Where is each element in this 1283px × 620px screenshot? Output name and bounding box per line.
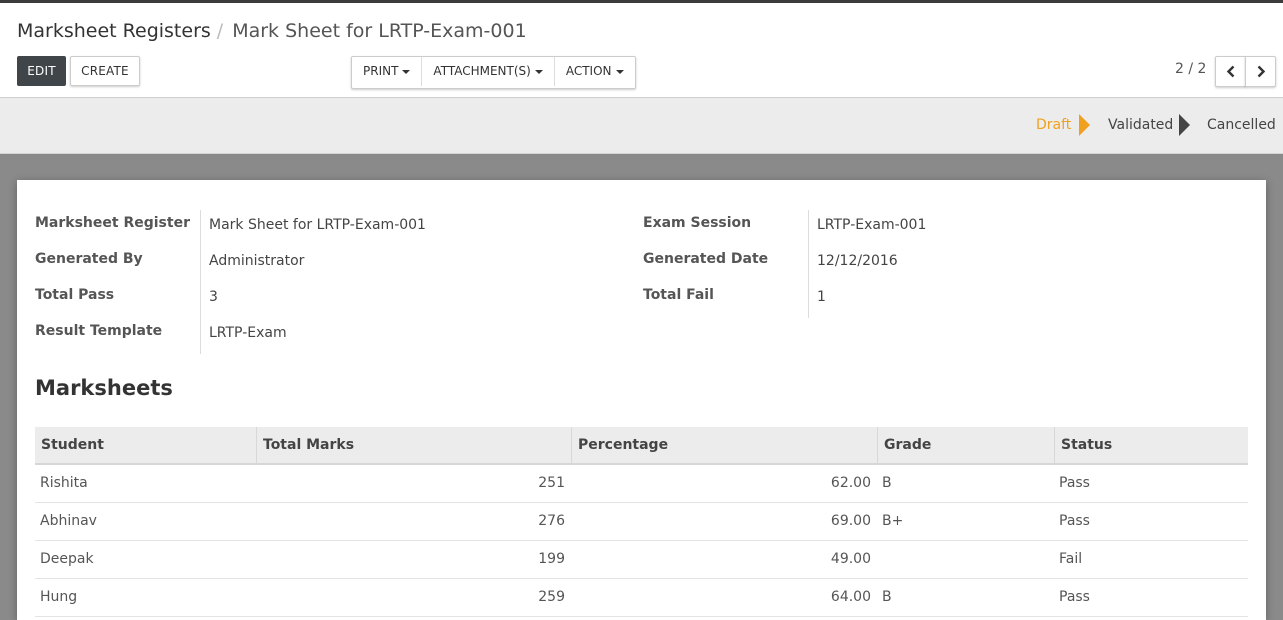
generated-by-label: Generated By xyxy=(35,251,143,267)
table-row[interactable]: Abhinav 276 69.00 B+ Pass xyxy=(35,503,1248,541)
cell-percentage: 49.00 xyxy=(830,551,871,567)
sidebar-actions: PRINT ATTACHMENT(S) ACTION xyxy=(351,56,636,89)
cell-grade: B+ xyxy=(882,513,904,529)
stage-draft[interactable]: Draft xyxy=(1036,117,1071,133)
cell-student: Deepak xyxy=(40,551,94,567)
cell-student: Abhinav xyxy=(40,513,97,529)
column-header-student[interactable]: Student xyxy=(35,427,256,463)
breadcrumb-current: Mark Sheet for LRTP-Exam-001 xyxy=(232,20,527,42)
result-template-value: LRTP-Exam xyxy=(209,325,287,341)
marksheets-table: Student Total Marks Percentage Grade Sta… xyxy=(35,427,1248,617)
marksheet-register-label: Marksheet Register xyxy=(35,215,190,231)
cell-total-marks: 276 xyxy=(538,513,565,529)
field-divider xyxy=(200,210,201,354)
cell-total-marks: 199 xyxy=(538,551,565,567)
attachments-label: ATTACHMENT(S) xyxy=(433,64,531,78)
cell-student: Rishita xyxy=(40,475,88,491)
generated-date-label: Generated Date xyxy=(643,251,769,267)
column-header-total-marks[interactable]: Total Marks xyxy=(256,427,571,463)
stage-arrow-icon xyxy=(1179,114,1190,136)
generated-date-value: 12/12/2016 xyxy=(817,253,898,269)
form-sheet: Marksheet Register Mark Sheet for LRTP-E… xyxy=(17,180,1266,620)
print-dropdown[interactable]: PRINT xyxy=(352,57,423,86)
field-divider xyxy=(808,210,809,318)
stage-arrow-icon xyxy=(1079,114,1090,136)
cell-status: Pass xyxy=(1059,513,1090,529)
cell-total-marks: 259 xyxy=(538,589,565,605)
attachments-dropdown[interactable]: ATTACHMENT(S) xyxy=(422,57,555,86)
marksheets-section-title: Marksheets xyxy=(35,376,173,400)
breadcrumb-root-link[interactable]: Marksheet Registers xyxy=(17,20,211,42)
action-label: ACTION xyxy=(565,64,612,78)
table-header: Student Total Marks Percentage Grade Sta… xyxy=(35,427,1248,465)
pager-value[interactable]: 2 / 2 xyxy=(1175,61,1206,77)
chevron-left-icon xyxy=(1226,65,1235,78)
statusbar: Draft Validated Cancelled xyxy=(0,98,1283,154)
cell-status: Pass xyxy=(1059,589,1090,605)
chevron-right-icon xyxy=(1257,65,1266,78)
cell-status: Fail xyxy=(1059,551,1083,567)
cell-total-marks: 251 xyxy=(538,475,565,491)
marksheet-register-value: Mark Sheet for LRTP-Exam-001 xyxy=(209,217,426,233)
stage-validated[interactable]: Validated xyxy=(1108,117,1173,133)
cell-grade xyxy=(877,541,1054,577)
generated-by-value: Administrator xyxy=(209,253,305,269)
breadcrumb: Marksheet Registers / Mark Sheet for LRTP-… xyxy=(17,20,527,42)
total-pass-value: 3 xyxy=(209,289,218,305)
cell-grade: B xyxy=(882,589,892,605)
result-template-label: Result Template xyxy=(35,323,163,339)
pager-previous-button[interactable] xyxy=(1215,56,1246,87)
control-panel: Marksheet Registers / Mark Sheet for LRTP-… xyxy=(0,3,1283,98)
create-button[interactable]: CREATE xyxy=(70,56,140,86)
table-row[interactable]: Rishita 251 62.00 B Pass xyxy=(35,465,1248,503)
table-row[interactable]: Deepak 199 49.00 Fail xyxy=(35,541,1248,579)
cell-student: Hung xyxy=(40,589,78,605)
cell-percentage: 64.00 xyxy=(830,589,871,605)
caret-down-icon xyxy=(615,69,624,74)
column-header-status[interactable]: Status xyxy=(1054,427,1248,463)
cell-percentage: 62.00 xyxy=(830,475,871,491)
action-dropdown[interactable]: ACTION xyxy=(555,57,635,86)
table-row[interactable]: Hung 259 64.00 B Pass xyxy=(35,579,1248,617)
caret-down-icon xyxy=(402,69,411,74)
column-header-percentage[interactable]: Percentage xyxy=(571,427,877,463)
cell-grade: B xyxy=(882,475,892,491)
print-label: PRINT xyxy=(363,64,399,78)
total-pass-label: Total Pass xyxy=(35,287,115,303)
total-fail-label: Total Fail xyxy=(643,287,714,303)
exam-session-label: Exam Session xyxy=(643,215,752,231)
total-fail-value: 1 xyxy=(817,289,826,305)
stage-cancelled[interactable]: Cancelled xyxy=(1207,117,1276,133)
pager-next-button[interactable] xyxy=(1245,56,1276,87)
edit-button[interactable]: EDIT xyxy=(17,56,66,86)
cell-percentage: 69.00 xyxy=(830,513,871,529)
exam-session-value: LRTP-Exam-001 xyxy=(817,217,927,233)
breadcrumb-separator: / xyxy=(216,20,224,42)
column-header-grade[interactable]: Grade xyxy=(877,427,1054,463)
caret-down-icon xyxy=(534,69,543,74)
cell-status: Pass xyxy=(1059,475,1090,491)
